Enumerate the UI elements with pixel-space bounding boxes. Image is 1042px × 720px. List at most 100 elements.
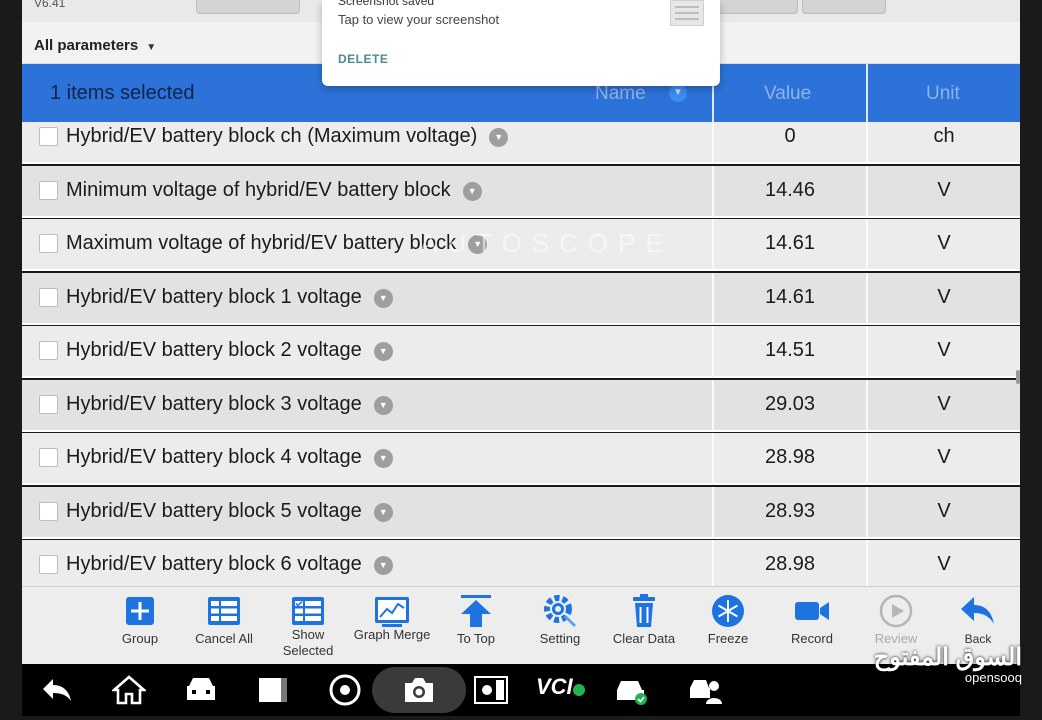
clear-data-icon — [633, 594, 655, 627]
parameter-filter-dropdown[interactable]: All parameters ▼ — [34, 37, 156, 54]
selected-count: 1 items selected — [50, 82, 195, 104]
parameter-value: 29.03 — [764, 393, 816, 415]
row-checkbox[interactable] — [39, 234, 58, 253]
column-header-unit: Unit — [926, 83, 960, 104]
parameter-name: Hybrid/EV battery block 1 voltage ▼ — [66, 286, 393, 309]
cancel-all-icon — [208, 597, 240, 625]
parameter-name: Hybrid/EV battery block 6 voltage ▼ — [66, 553, 393, 576]
sort-icon[interactable]: ▼ — [669, 84, 687, 102]
column-header-value: Value — [764, 83, 812, 104]
parameter-unit: V — [937, 286, 951, 308]
table-row[interactable]: Hybrid/EV battery block 6 voltage ▼ 28.98 V — [22, 540, 1020, 586]
parameter-value: 14.51 — [764, 339, 816, 361]
table-row[interactable]: Hybrid/EV battery block 2 voltage ▼ 14.51 V — [22, 326, 1020, 378]
info-icon[interactable]: ▼ — [373, 449, 393, 468]
table-row[interactable]: Hybrid/EV battery block 3 voltage ▼ 29.03 V — [22, 380, 1020, 432]
logo-latin: opensooq — [964, 670, 1022, 685]
parameter-table: Hybrid/EV battery block ch (Maximum volt… — [22, 122, 1020, 586]
parameter-unit: V — [937, 179, 951, 201]
parameter-unit: V — [937, 553, 951, 575]
brightness-icon[interactable] — [474, 674, 508, 706]
camera-icon[interactable] — [402, 674, 436, 706]
car-repair-icon[interactable] — [184, 674, 218, 706]
row-checkbox[interactable] — [39, 127, 58, 146]
record-button[interactable]: Record — [770, 593, 854, 663]
to-top-icon — [461, 595, 491, 627]
top-tab-button[interactable] — [196, 0, 300, 14]
info-icon[interactable]: ▼ — [373, 289, 393, 308]
technician-icon[interactable] — [688, 674, 722, 706]
setting-button[interactable]: Setting — [518, 593, 602, 663]
top-tab-button[interactable] — [718, 0, 798, 14]
parameter-unit: V — [937, 446, 951, 468]
browser-icon[interactable] — [328, 674, 362, 706]
table-row[interactable]: Minimum voltage of hybrid/EV battery blo… — [22, 166, 1020, 218]
table-row[interactable]: Hybrid/EV battery block 1 voltage ▼ 14.61 V — [22, 273, 1020, 325]
site-logo: السوق المفتوح opensooq — [872, 644, 1022, 700]
row-checkbox[interactable] — [39, 555, 58, 574]
notification-title: Screenshot saved — [338, 0, 435, 8]
row-checkbox[interactable] — [39, 395, 58, 414]
group-button[interactable]: Group — [98, 593, 182, 663]
scrollbar[interactable] — [1016, 370, 1020, 384]
table-row[interactable]: Maximum voltage of hybrid/EV battery blo… — [22, 219, 1020, 271]
column-header-name[interactable]: Name — [595, 83, 646, 105]
parameter-value: 14.46 — [764, 179, 816, 201]
back-icon — [961, 597, 994, 624]
parameter-name: Minimum voltage of hybrid/EV battery blo… — [66, 179, 482, 202]
parameter-name: Hybrid/EV battery block ch (Maximum volt… — [66, 125, 509, 148]
table-row[interactable]: Hybrid/EV battery block ch (Maximum volt… — [22, 122, 1020, 164]
parameter-value: 28.93 — [764, 500, 816, 522]
delete-button[interactable]: DELETE — [338, 52, 388, 66]
parameter-value: 28.98 — [764, 553, 816, 575]
screenshot-thumbnail[interactable] — [670, 0, 704, 26]
graph-merge-button[interactable]: Graph Merge — [350, 593, 434, 663]
info-icon[interactable]: ▼ — [468, 235, 488, 254]
table-row[interactable]: Hybrid/EV battery block 5 voltage ▼ 28.93 V — [22, 487, 1020, 539]
show-selected-button[interactable]: Show Selected — [266, 593, 350, 663]
graph-merge-icon — [375, 597, 409, 627]
parameter-unit: V — [937, 393, 951, 415]
info-icon[interactable]: ▼ — [373, 396, 393, 415]
row-checkbox[interactable] — [39, 341, 58, 360]
screenshot-notification[interactable]: Screenshot saved Tap to view your screen… — [322, 0, 720, 86]
function-toolbar: Group Cancel All Show Selected Graph Mer… — [22, 586, 1020, 664]
info-icon[interactable]: ▼ — [373, 556, 393, 575]
to-top-button[interactable]: To Top — [434, 593, 518, 663]
info-icon[interactable]: ▼ — [373, 342, 393, 361]
info-icon[interactable]: ▼ — [373, 503, 393, 522]
row-checkbox[interactable] — [39, 181, 58, 200]
car-status-icon[interactable] — [614, 674, 648, 706]
parameter-value: 28.98 — [764, 446, 816, 468]
back-arrow-icon[interactable] — [40, 674, 74, 706]
row-checkbox[interactable] — [39, 502, 58, 521]
freeze-button[interactable]: Freeze — [686, 593, 770, 663]
vci-icon[interactable]: VCI — [536, 674, 592, 706]
parameter-value: 14.61 — [764, 286, 816, 308]
caret-down-icon: ▼ — [146, 42, 157, 53]
group-icon — [126, 597, 154, 625]
parameter-unit: ch — [933, 125, 955, 147]
cancel-all-button[interactable]: Cancel All — [182, 593, 266, 663]
version-label: V6.41 — [34, 0, 66, 10]
parameter-value: 14.61 — [764, 232, 816, 254]
home-icon[interactable] — [112, 674, 146, 706]
table-row[interactable]: Hybrid/EV battery block 4 voltage ▼ 28.98 V — [22, 433, 1020, 485]
vci-label: VCI — [536, 674, 573, 699]
info-icon[interactable]: ▼ — [489, 128, 509, 147]
logo-arabic: السوق المفتوح — [873, 644, 1022, 671]
row-checkbox[interactable] — [39, 288, 58, 307]
parameter-name: Hybrid/EV battery block 2 voltage ▼ — [66, 339, 393, 362]
parameter-unit: V — [937, 500, 951, 522]
window-icon[interactable] — [256, 674, 290, 706]
setting-icon — [544, 595, 576, 627]
row-checkbox[interactable] — [39, 448, 58, 467]
parameter-unit: V — [937, 339, 951, 361]
info-icon[interactable]: ▼ — [462, 182, 482, 201]
show-selected-icon — [292, 597, 324, 625]
clear-data-button[interactable]: Clear Data — [602, 593, 686, 663]
record-icon — [795, 602, 829, 620]
top-tab-button[interactable] — [802, 0, 886, 14]
freeze-icon — [712, 595, 744, 627]
parameter-name: Maximum voltage of hybrid/EV battery blo… — [66, 232, 488, 255]
